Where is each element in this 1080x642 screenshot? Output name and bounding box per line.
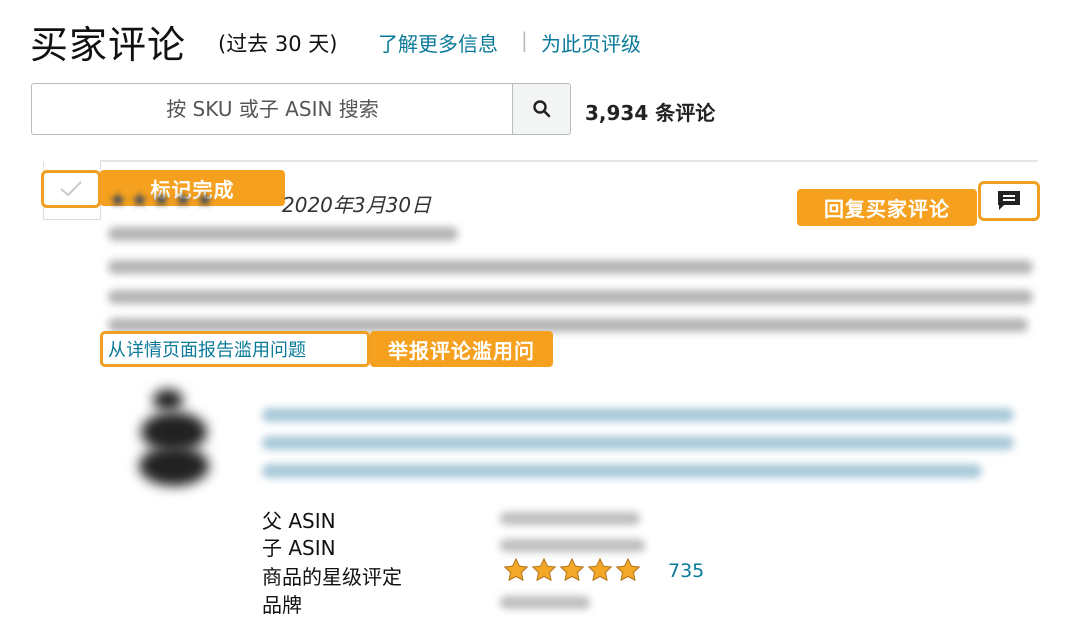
period-label: (过去 30 天): [218, 32, 338, 56]
mark-complete-checkbox[interactable]: [41, 170, 101, 208]
reply-review-button[interactable]: [978, 181, 1040, 221]
star-icon: [587, 557, 613, 582]
parent-asin-value-blurred: [500, 512, 640, 525]
brand-label: 品牌: [262, 593, 302, 617]
star-icon: [615, 557, 641, 582]
star-icon: [503, 557, 529, 582]
reviewer-name-blurred: [108, 227, 458, 241]
header-separator: |: [521, 28, 528, 52]
reply-review-callout: 回复买家评论: [797, 189, 977, 226]
star-icon: [559, 557, 585, 582]
report-abuse-callout: 举报评论滥用问: [370, 331, 553, 367]
comment-icon: [998, 191, 1020, 210]
product-title-blurred: [262, 436, 1014, 450]
review-text-blurred: [108, 318, 1028, 332]
parent-asin-label: 父 ASIN: [262, 509, 336, 533]
rating-count-link[interactable]: 735: [668, 560, 704, 582]
page-title: 买家评论: [30, 23, 187, 67]
review-count: 3,934 条评论: [585, 101, 716, 125]
search-input[interactable]: [31, 83, 513, 135]
brand-value-blurred: [500, 596, 590, 609]
report-abuse-link[interactable]: 从详情页面报告滥用问题: [100, 331, 370, 367]
star-rating-label: 商品的星级评定: [262, 565, 402, 589]
search-button[interactable]: [512, 83, 571, 135]
learn-more-link[interactable]: 了解更多信息: [378, 28, 498, 57]
search-icon: [532, 100, 550, 118]
review-stars-blurred: ★★★★★: [108, 188, 217, 213]
product-thumbnail: [133, 384, 215, 496]
child-asin-label: 子 ASIN: [262, 536, 336, 560]
check-icon: [60, 181, 82, 197]
list-divider: [100, 160, 1038, 162]
rate-page-link[interactable]: 为此页评级: [541, 28, 641, 57]
child-asin-value-blurred: [500, 539, 645, 552]
product-title-blurred: [262, 408, 1014, 422]
rating-stars: [503, 557, 641, 585]
product-title-blurred: [262, 464, 982, 478]
review-date: 2020年3月30日: [282, 193, 432, 217]
review-text-blurred: [108, 290, 1033, 304]
star-icon: [531, 557, 557, 582]
review-text-blurred: [108, 260, 1033, 274]
